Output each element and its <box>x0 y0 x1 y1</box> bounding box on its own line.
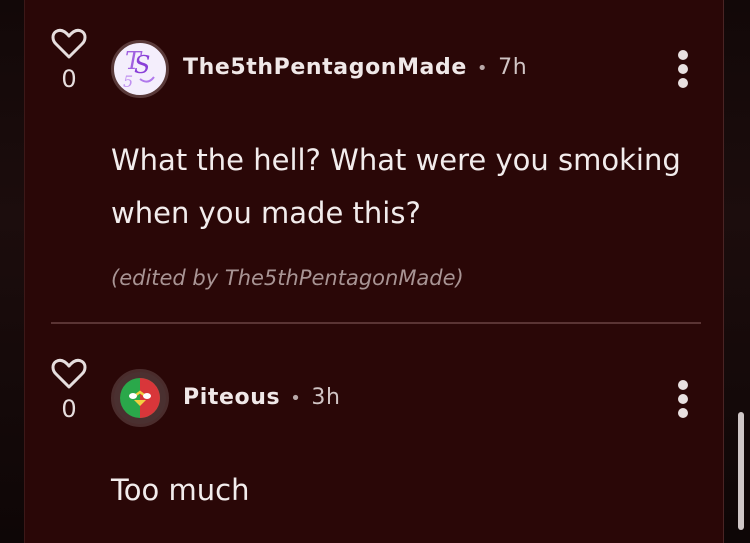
kebab-dot <box>678 380 688 390</box>
background-right-edge <box>722 0 750 543</box>
comment-meta: Piteous • 3h <box>183 385 341 410</box>
vote-control: 0 <box>51 358 87 422</box>
comment-item: 0 T S 5 The5thPentagonMade • 7h What the h… <box>25 0 723 325</box>
comments-panel: 0 T S 5 The5thPentagonMade • 7h What the h… <box>24 0 724 543</box>
heart-icon[interactable] <box>51 358 87 390</box>
svg-text:S: S <box>134 51 150 79</box>
username[interactable]: Piteous <box>183 385 280 410</box>
comment-text: What the hell? What were you smoking whe… <box>111 143 681 230</box>
avatar[interactable] <box>111 369 169 427</box>
kebab-dot <box>678 394 688 404</box>
svg-text:5: 5 <box>123 72 133 91</box>
avatar[interactable]: T S 5 <box>111 40 169 98</box>
ts-monogram-avatar: T S 5 <box>123 47 155 91</box>
kebab-dot <box>678 408 688 418</box>
vote-count: 0 <box>61 395 77 423</box>
scrollbar[interactable] <box>738 412 744 530</box>
comment-item: 0 Piteous • 3h Too much <box>25 325 723 543</box>
timestamp: 7h <box>498 55 528 80</box>
comment-text: Too much <box>111 473 250 507</box>
heart-icon[interactable] <box>51 28 87 60</box>
meta-separator: • <box>290 388 302 409</box>
kebab-dot <box>678 78 688 88</box>
comment-meta: The5thPentagonMade • 7h <box>183 55 527 80</box>
countryball-avatar <box>120 378 160 418</box>
more-options-button[interactable] <box>673 50 693 90</box>
comment-divider <box>51 322 701 324</box>
vote-count: 0 <box>61 65 77 93</box>
kebab-dot <box>678 50 688 60</box>
meta-separator: • <box>476 58 489 79</box>
vote-control: 0 <box>51 28 87 92</box>
timestamp: 3h <box>311 385 341 410</box>
kebab-dot <box>678 64 688 74</box>
more-options-button[interactable] <box>673 380 693 420</box>
username[interactable]: The5thPentagonMade <box>183 55 467 80</box>
edited-note: (edited by The5thPentagonMade) <box>111 266 464 290</box>
